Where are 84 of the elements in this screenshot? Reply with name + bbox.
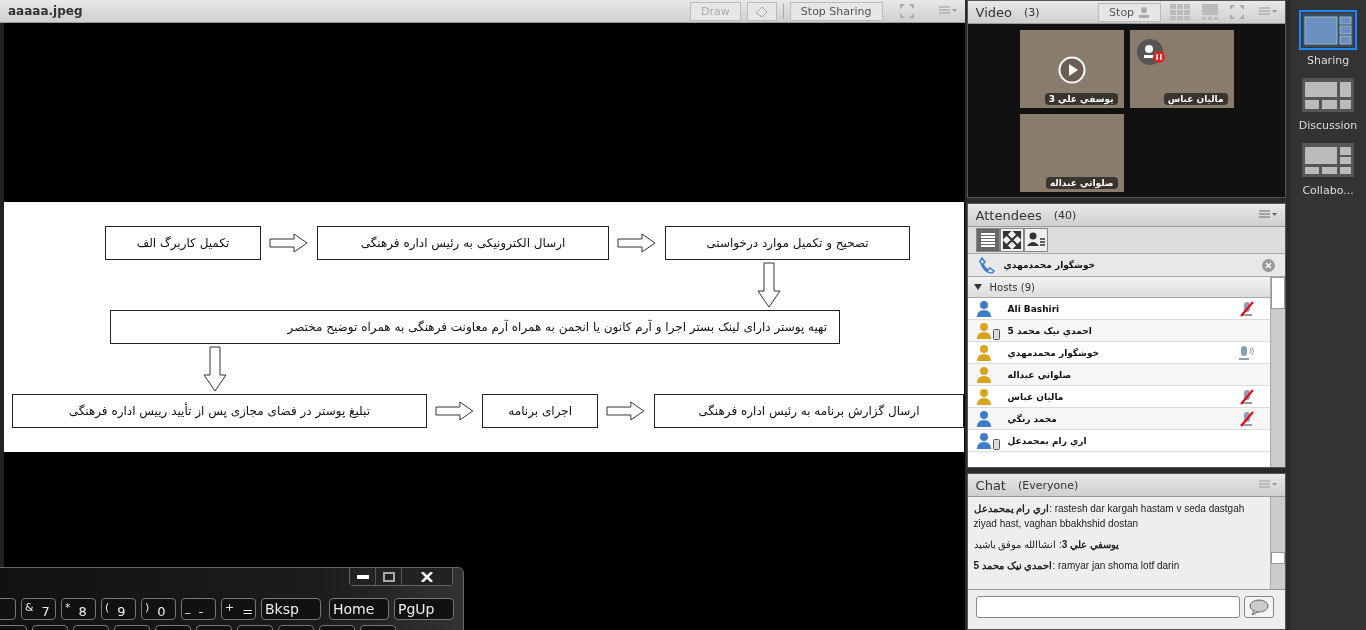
active-speaker-name: خوشگوار محمدمهدي	[1003, 260, 1096, 270]
menu-icon[interactable]	[1259, 480, 1278, 490]
group-label: Hosts (9)	[989, 281, 1035, 293]
fullscreen-icon[interactable]	[1229, 4, 1246, 20]
eraser-button[interactable]	[746, 1, 777, 21]
layout-preview-icon	[1302, 143, 1355, 177]
pod-title: Chat	[975, 477, 1006, 493]
document-title: aaaaa.jpeg	[8, 4, 83, 18]
layout-tab[interactable]: Collabo...	[1299, 140, 1358, 197]
maximize-button[interactable]	[376, 568, 402, 585]
video-count: (3)	[1024, 5, 1040, 19]
play-icon[interactable]	[1057, 56, 1086, 84]
attendee-count: (40)	[1053, 208, 1077, 222]
phone-icon	[977, 256, 996, 274]
layout-tab[interactable]: Discussion	[1298, 75, 1358, 132]
keyboard-key[interactable]: Bksp	[261, 598, 321, 620]
participant-name: صلواتي عبداله	[1045, 177, 1118, 189]
attendee-row[interactable]: احمدي نيک محمد 5	[967, 320, 1271, 342]
group-header[interactable]: Hosts (9)	[967, 277, 1271, 298]
attendee-name: Ali Bashiri	[1007, 303, 1060, 314]
speech-bubble-icon	[1248, 599, 1269, 615]
attendee-row[interactable]: اري رام يمحمدعل	[967, 430, 1271, 452]
scrollbar-thumb[interactable]	[1271, 552, 1286, 564]
layout-label: Sharing	[1306, 54, 1350, 67]
flowchart-step: ارسال الکترونیکی به رئیس اداره فرهنگی	[317, 225, 609, 260]
keyboard-key[interactable]: PgUp	[394, 598, 454, 620]
scrollbar-thumb[interactable]	[1271, 277, 1286, 309]
stop-video-button[interactable]: Stop	[1098, 2, 1162, 22]
chat-audience: (Everyone)	[1017, 478, 1079, 492]
eraser-icon	[753, 4, 770, 18]
attendee-row[interactable]: محمد رنگي	[967, 408, 1271, 430]
fullscreen-icon[interactable]	[898, 3, 915, 19]
arrow-icon	[434, 399, 475, 422]
flowchart-step: تکمیل کاربرگ الف	[105, 225, 261, 260]
keyboard-key[interactable]: Home	[329, 598, 389, 620]
close-button[interactable]	[402, 568, 452, 585]
flowchart-step: اجرای برنامه	[482, 393, 598, 428]
arrow-icon	[617, 231, 657, 254]
flowchart-step: ارسال گزارش برنامه به رئیس اداره فرهنگی	[653, 393, 964, 428]
webcam-icon	[1138, 6, 1151, 18]
participant-name: ماليان عباس	[1163, 93, 1228, 105]
layout-preview-icon	[1302, 13, 1355, 47]
menu-icon[interactable]	[1259, 7, 1278, 17]
attendee-name: ماليان عباس	[1007, 391, 1064, 402]
layout-preview-icon	[1302, 78, 1355, 112]
pod-title: Attendees	[975, 207, 1042, 223]
pod-title: Video	[975, 4, 1012, 20]
arrow-icon	[757, 261, 781, 308]
flowchart-step: تهیه پوستر دارای لینک بستر اجرا و آرم کانون یا انجمن به همراه آرم معاونت فرهنگی به همراه توضیح مختصر	[110, 309, 840, 344]
arrow-icon	[605, 399, 646, 422]
attendee-name: اري رام يمحمدعل	[1007, 435, 1087, 446]
chat-message: يوسفي علي 3: انشاالله موفق باشيد	[973, 538, 1120, 552]
flowchart-step: تبلیغ پوستر در فضای مجازی پس از تأیید رییس اداره فرهنگی	[12, 393, 427, 428]
close-icon	[421, 571, 433, 582]
webcam-paused-icon	[1135, 38, 1166, 66]
stop-sharing-button[interactable]: Stop Sharing	[789, 1, 883, 21]
keyboard-key[interactable]: $^{_}$ -	[181, 598, 216, 620]
send-button[interactable]	[1243, 596, 1274, 618]
arrow-icon	[269, 231, 309, 254]
person-list-icon[interactable]	[1023, 228, 1048, 252]
attendee-name: صلواتي عبداله	[1007, 369, 1072, 380]
keyboard-key[interactable]: $^{(}$ 9	[101, 598, 136, 620]
keyboard-key[interactable]: $^{*}$ 8	[61, 598, 96, 620]
breakout-icon[interactable]	[999, 228, 1024, 252]
layout-label: Collabo...	[1302, 184, 1354, 197]
arrow-icon	[203, 345, 227, 392]
flowchart-step: تصحیح و تکمیل موارد درخواستی	[665, 225, 910, 260]
attendee-name: محمد رنگي	[1007, 413, 1057, 424]
participant-name: يوسفي علي 3	[1044, 93, 1118, 105]
keyboard-key[interactable]: $^{+}$ =	[221, 598, 256, 620]
attendee-row[interactable]: صلواتي عبداله	[967, 364, 1271, 386]
close-icon[interactable]	[1262, 258, 1276, 272]
chat-input-field[interactable]	[975, 596, 1240, 618]
keyboard-key[interactable]: $^{&}$ 7	[21, 598, 56, 620]
list-view-icon[interactable]	[975, 228, 1000, 252]
minimize-icon	[356, 574, 369, 579]
attendee-name: احمدي نيک محمد 5	[1007, 325, 1092, 336]
menu-icon[interactable]	[938, 6, 957, 16]
maximize-icon	[382, 571, 395, 582]
layout-label: Discussion	[1298, 119, 1358, 132]
attendee-name: خوشگوار محمدمهدي	[1007, 347, 1100, 358]
minimize-button[interactable]	[350, 568, 376, 585]
menu-icon[interactable]	[1259, 210, 1278, 220]
keyboard-key[interactable]: $^{)}$ 0	[141, 598, 176, 620]
